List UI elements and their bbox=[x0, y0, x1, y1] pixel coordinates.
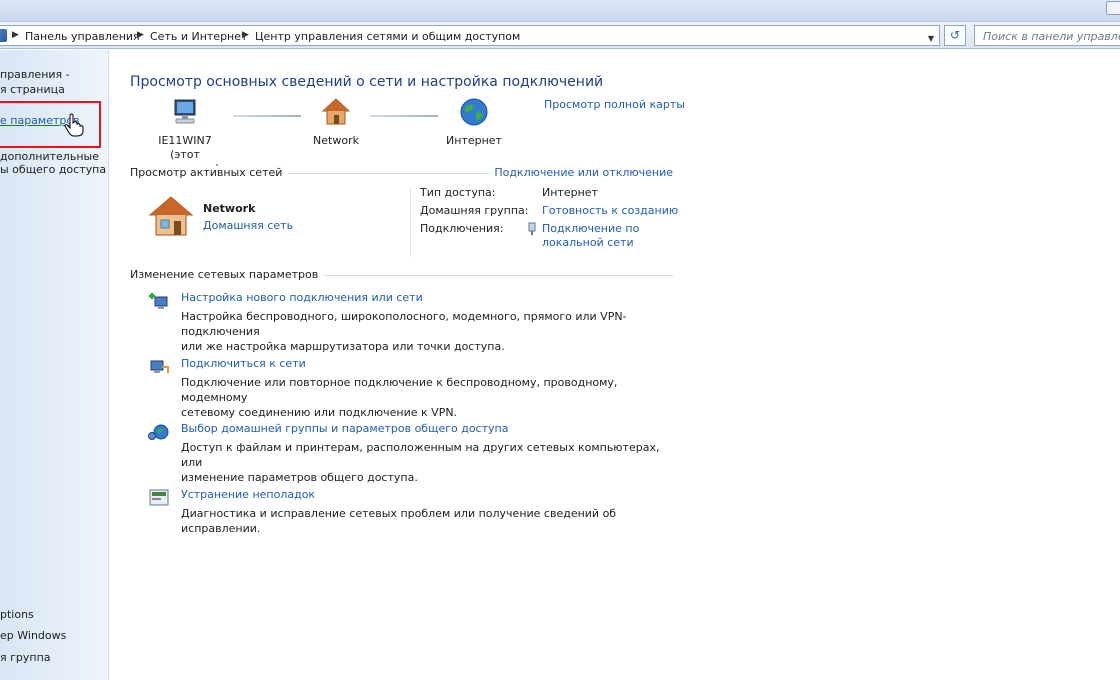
change-settings-header: Изменение сетевых параметров bbox=[130, 268, 325, 281]
full-map-link[interactable]: Просмотр полной карты bbox=[544, 98, 685, 111]
map-network-node[interactable]: Network bbox=[291, 97, 381, 148]
computer-name-text: IE11WIN7 bbox=[158, 134, 212, 147]
home-link-line-1[interactable]: правления - bbox=[0, 67, 70, 82]
task-desc-line: Диагностика и исправление сетевых пробле… bbox=[181, 507, 617, 535]
window-titlebar bbox=[0, 0, 1120, 22]
breadcrumb-network-center[interactable]: Центр управления сетями и общим доступом bbox=[255, 30, 520, 43]
network-map-label: Network bbox=[313, 134, 359, 147]
new-connection-icon bbox=[149, 293, 168, 309]
local-connection-link[interactable]: Подключение по локальной сети bbox=[542, 222, 639, 250]
house-icon bbox=[148, 196, 194, 236]
connections-label: Подключения: bbox=[420, 222, 504, 235]
home-link-line-2[interactable]: я страница bbox=[0, 82, 65, 97]
troubleshoot-icon bbox=[149, 489, 169, 506]
connect-to-network-description: Подключение или повторное подключение к … bbox=[181, 375, 681, 420]
access-type-label: Тип доступа: bbox=[420, 186, 496, 199]
refresh-icon: ↺ bbox=[949, 28, 961, 42]
control-panel-icon bbox=[0, 29, 7, 42]
see-also-internet-options[interactable]: ptions bbox=[0, 607, 34, 622]
homegroup-sharing-description: Доступ к файлам и принтерам, расположенн… bbox=[181, 440, 681, 485]
active-network-name: Network bbox=[203, 202, 256, 215]
breadcrumb-control-panel[interactable]: Панель управления bbox=[25, 30, 140, 43]
breadcrumb-separator-icon[interactable]: ▶ bbox=[12, 30, 19, 40]
breadcrumb-separator-icon[interactable]: ▶ bbox=[242, 30, 249, 40]
task-desc-line: или же настройка маршрутизатора или точк… bbox=[181, 340, 505, 353]
task-desc-line: Доступ к файлам и принтерам, расположенн… bbox=[181, 441, 660, 469]
see-also-homegroup[interactable]: я группа bbox=[0, 650, 51, 665]
map-internet-node[interactable]: Интернет bbox=[429, 97, 519, 148]
minimize-button[interactable] bbox=[1106, 1, 1120, 15]
internet-map-label: Интернет bbox=[446, 134, 502, 147]
connect-disconnect-link[interactable]: Подключение или отключение bbox=[490, 166, 673, 179]
globe-icon bbox=[460, 98, 488, 126]
map-computer-node[interactable]: IE11WIN7 (этот компьютер) bbox=[140, 97, 230, 176]
connect-to-network-link[interactable]: Подключиться к сети bbox=[181, 357, 306, 370]
house-icon bbox=[321, 98, 351, 125]
search-input[interactable]: Поиск в панели управления bbox=[974, 25, 1120, 46]
homegroup-sharing-link[interactable]: Выбор домашней группы и параметров общег… bbox=[181, 422, 508, 435]
task-desc-line: изменение параметров общего доступа. bbox=[181, 471, 418, 484]
local-connection-line-2: локальной сети bbox=[542, 236, 634, 249]
active-networks-header: Просмотр активных сетей bbox=[130, 166, 289, 179]
homegroup-icon bbox=[148, 424, 169, 440]
page-title: Просмотр основных сведений о сети и наст… bbox=[130, 74, 604, 90]
connect-network-icon bbox=[150, 360, 169, 373]
chevron-down-icon[interactable]: ▼ bbox=[924, 30, 938, 47]
new-connection-description: Настройка беспроводного, широкополосного… bbox=[181, 309, 681, 354]
troubleshoot-description: Диагностика и исправление сетевых пробле… bbox=[181, 506, 681, 536]
see-also-firewall[interactable]: ер Windows bbox=[0, 628, 66, 643]
troubleshoot-link[interactable]: Устранение неполадок bbox=[181, 488, 315, 501]
local-connection-line-1: Подключение по bbox=[542, 222, 640, 235]
refresh-button[interactable]: ↺ bbox=[944, 25, 966, 46]
network-type-link[interactable]: Домашняя сеть bbox=[203, 219, 293, 232]
adapter-icon bbox=[528, 222, 536, 235]
search-placeholder: Поиск в панели управления bbox=[983, 30, 1120, 43]
task-desc-line: сетевому соединению или подключение к VP… bbox=[181, 406, 458, 419]
task-desc-line: Подключение или повторное подключение к … bbox=[181, 376, 618, 404]
computer-icon bbox=[174, 99, 196, 124]
map-connector-line bbox=[370, 115, 438, 117]
task-desc-line: Настройка беспроводного, широкополосного… bbox=[181, 310, 627, 338]
new-connection-link[interactable]: Настройка нового подключения или сети bbox=[181, 291, 423, 304]
column-divider bbox=[410, 187, 411, 257]
address-toolbar: ▶ Панель управления ▶ Сеть и Интернет ▶ … bbox=[0, 22, 1120, 49]
breadcrumb-network-internet[interactable]: Сеть и Интернет bbox=[150, 30, 247, 43]
advanced-sharing-link-line-2[interactable]: ы общего доступа bbox=[0, 162, 106, 177]
address-bar[interactable]: ▶ Панель управления ▶ Сеть и Интернет ▶ … bbox=[0, 25, 940, 46]
access-type-value: Интернет bbox=[542, 186, 598, 199]
homegroup-label: Домашняя группа: bbox=[420, 204, 529, 217]
breadcrumb-separator-icon[interactable]: ▶ bbox=[137, 30, 144, 40]
homegroup-link[interactable]: Готовность к созданию bbox=[542, 204, 678, 218]
hand-cursor-icon bbox=[64, 113, 84, 137]
left-navigation-pane: правления - я страница е параметров допо… bbox=[0, 50, 109, 680]
